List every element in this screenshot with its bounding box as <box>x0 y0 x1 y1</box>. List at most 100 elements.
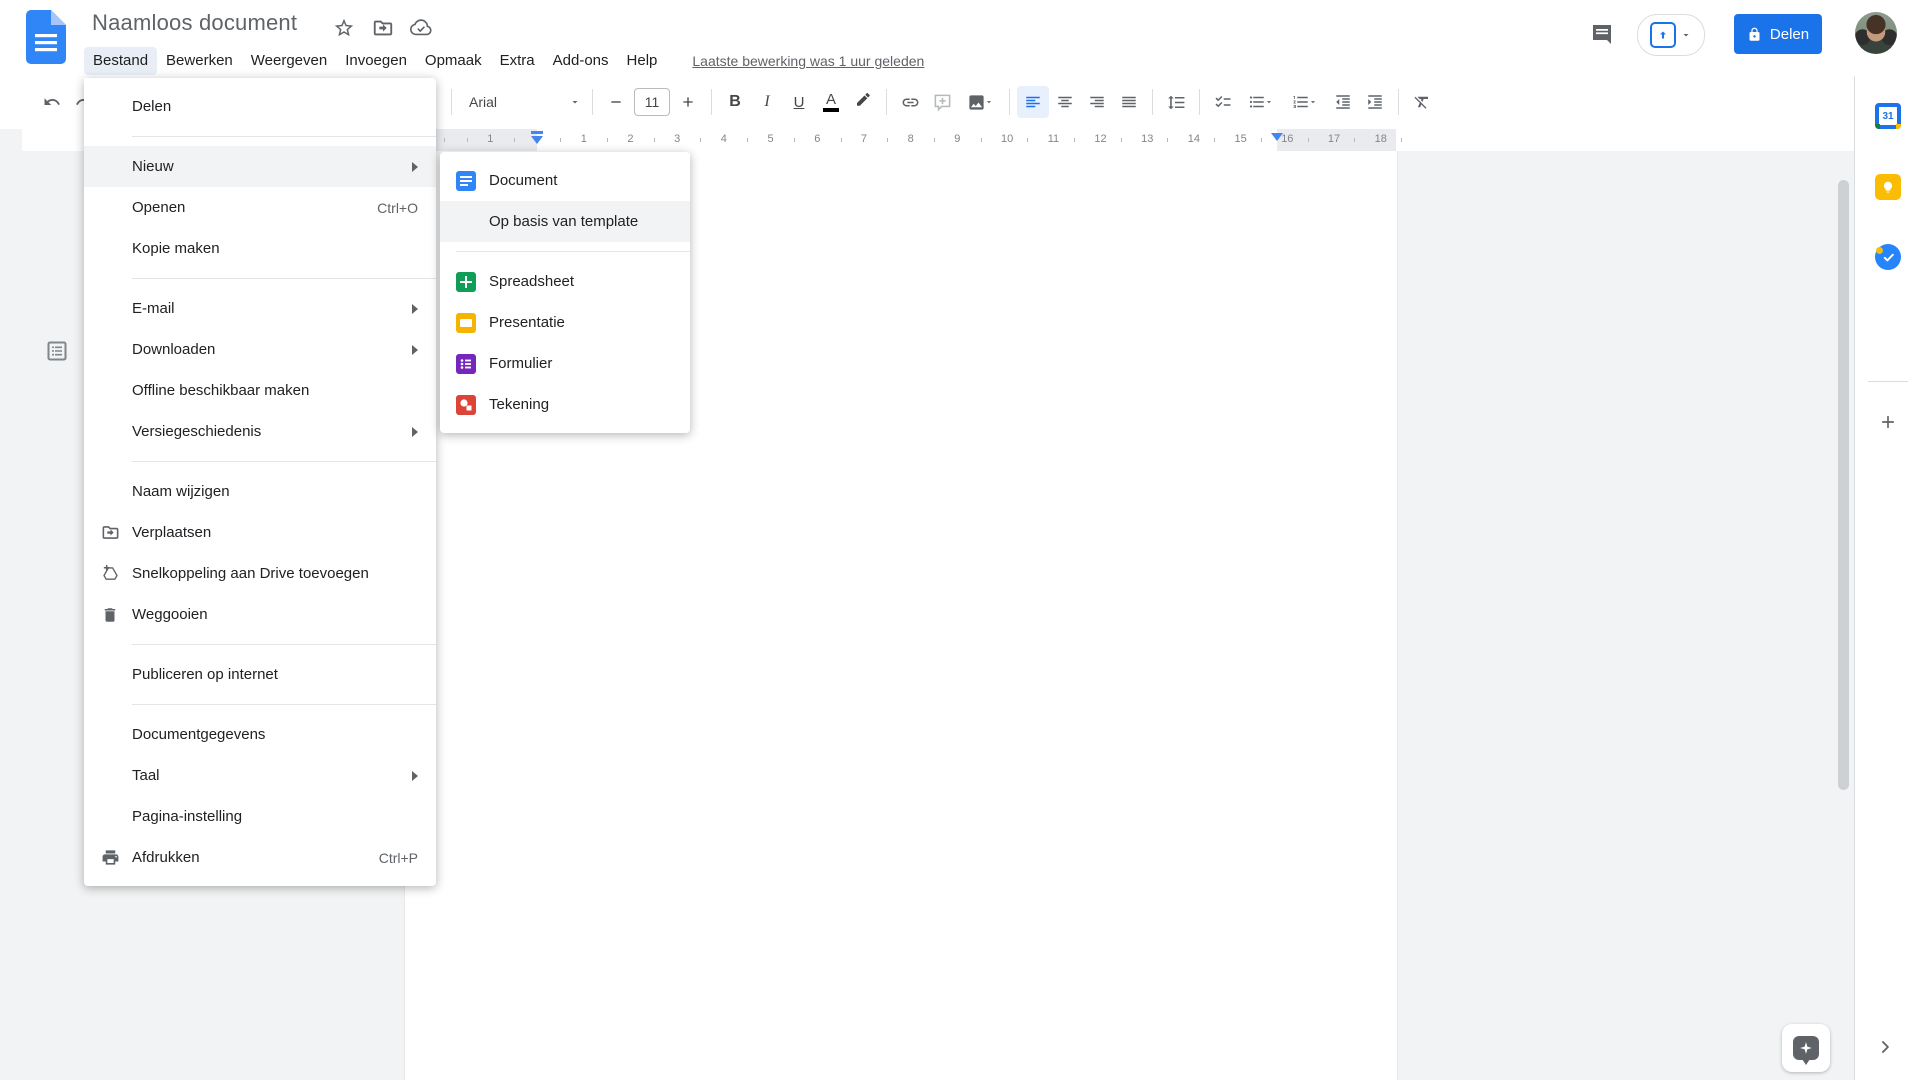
submenu-item-template[interactable]: Op basis van template <box>440 201 690 242</box>
docs-icon <box>456 170 476 191</box>
get-addons-button[interactable] <box>1872 406 1904 438</box>
submenu-item-tekening[interactable]: Tekening <box>440 384 690 425</box>
file-menu-item-email[interactable]: E-mail <box>84 288 436 329</box>
file-menu-item-verplaatsen[interactable]: Verplaatsen <box>84 512 436 553</box>
explore-button[interactable] <box>1782 1024 1830 1072</box>
share-button-label: Delen <box>1769 25 1810 43</box>
align-justify-button[interactable] <box>1113 86 1145 118</box>
document-outline-button[interactable] <box>38 332 76 370</box>
align-center-button[interactable] <box>1049 86 1081 118</box>
file-menu-item-documentgegevens[interactable]: Documentgegevens <box>84 714 436 755</box>
file-menu-item-offline[interactable]: Offline beschikbaar maken <box>84 370 436 411</box>
align-left-button[interactable] <box>1017 86 1049 118</box>
menu-addons[interactable]: Add-ons <box>544 47 618 75</box>
file-menu-item-delen[interactable]: Delen <box>84 86 436 127</box>
chevron-down-icon <box>1310 101 1316 104</box>
show-comments-button[interactable] <box>1582 14 1622 54</box>
decrease-font-size-button[interactable] <box>600 86 632 118</box>
file-menu-item-naam-wijzigen[interactable]: Naam wijzigen <box>84 471 436 512</box>
bold-button[interactable]: B <box>719 86 751 118</box>
hide-sidepanel-button[interactable] <box>1869 1031 1901 1063</box>
menu-extra[interactable]: Extra <box>491 47 544 75</box>
undo-button[interactable] <box>36 86 68 118</box>
menu-bestand[interactable]: Bestand <box>84 47 158 75</box>
vertical-scrollbar[interactable] <box>1838 180 1849 790</box>
chevron-down-icon <box>572 101 578 104</box>
avatar[interactable] <box>1855 12 1897 54</box>
file-menu: Delen Nieuw Openen Ctrl+O Kopie maken E-… <box>84 78 436 886</box>
document-outline-icon <box>47 341 67 361</box>
font-family-selector[interactable]: Arial <box>459 86 585 118</box>
docs-logo-icon[interactable] <box>26 10 66 64</box>
toolbar-separator <box>1199 89 1200 115</box>
file-menu-item-nieuw[interactable]: Nieuw <box>84 146 436 187</box>
forms-icon <box>456 353 476 374</box>
google-calendar-button[interactable]: 31 <box>1872 100 1904 132</box>
add-comment-button[interactable] <box>926 86 958 118</box>
first-line-indent-marker[interactable] <box>531 131 543 134</box>
italic-button[interactable]: I <box>751 86 783 118</box>
increase-font-size-button[interactable] <box>672 86 704 118</box>
folder-move-icon <box>98 521 122 545</box>
chevron-down-icon <box>986 101 991 104</box>
numbered-list-button[interactable] <box>1283 86 1327 118</box>
insert-image-button[interactable] <box>958 86 1002 118</box>
menu-separator <box>132 278 436 279</box>
align-justify-icon <box>1122 96 1136 108</box>
text-color-button[interactable]: A <box>815 86 847 118</box>
star-icon[interactable] <box>332 16 356 40</box>
align-right-icon <box>1090 96 1104 108</box>
google-keep-button[interactable] <box>1872 171 1904 203</box>
line-spacing-button[interactable] <box>1160 86 1192 118</box>
highlight-color-button[interactable] <box>847 86 879 118</box>
move-folder-icon[interactable] <box>371 16 395 40</box>
clear-formatting-button[interactable] <box>1406 86 1438 118</box>
submenu-item-presentatie[interactable]: Presentatie <box>440 302 690 343</box>
google-tasks-button[interactable] <box>1872 241 1904 273</box>
file-menu-item-versiegeschiedenis[interactable]: Versiegeschiedenis <box>84 411 436 452</box>
slides-icon <box>456 312 476 333</box>
google-calendar-icon: 31 <box>1875 103 1901 129</box>
chevron-right-icon <box>1882 1041 1889 1053</box>
left-indent-marker[interactable] <box>531 136 543 144</box>
submenu-item-document[interactable]: Document <box>440 160 690 201</box>
file-menu-item-kopie-maken[interactable]: Kopie maken <box>84 228 436 269</box>
file-menu-item-snelkoppeling[interactable]: Snelkoppeling aan Drive toevoegen <box>84 553 436 594</box>
submenu-item-spreadsheet[interactable]: Spreadsheet <box>440 261 690 302</box>
file-menu-item-afdrukken[interactable]: Afdrukken Ctrl+P <box>84 837 436 878</box>
present-button[interactable] <box>1637 14 1705 56</box>
menu-weergeven[interactable]: Weergeven <box>242 47 336 75</box>
increase-indent-button[interactable] <box>1359 86 1391 118</box>
menu-bewerken[interactable]: Bewerken <box>157 47 242 75</box>
submenu-arrow-icon <box>412 770 418 781</box>
file-menu-item-publiceren[interactable]: Publiceren op internet <box>84 654 436 695</box>
share-button[interactable]: Delen <box>1734 14 1822 54</box>
menu-help[interactable]: Help <box>618 47 667 75</box>
align-right-button[interactable] <box>1081 86 1113 118</box>
add-comment-icon <box>934 94 950 112</box>
decrease-indent-button[interactable] <box>1327 86 1359 118</box>
menu-opmaak[interactable]: Opmaak <box>416 47 491 75</box>
insert-link-button[interactable] <box>894 86 926 118</box>
submenu-arrow-icon <box>412 426 418 437</box>
explore-icon <box>1793 1036 1819 1065</box>
last-edit-link[interactable]: Laatste bewerking was 1 uur geleden <box>692 53 924 69</box>
underline-button[interactable]: U <box>783 86 815 118</box>
file-menu-item-downloaden[interactable]: Downloaden <box>84 329 436 370</box>
menu-separator <box>132 461 436 462</box>
cloud-saved-icon[interactable] <box>409 16 433 40</box>
file-menu-item-pagina-instelling[interactable]: Pagina-instelling <box>84 796 436 837</box>
font-size-value[interactable]: 11 <box>634 88 670 116</box>
right-indent-marker[interactable] <box>1271 133 1283 141</box>
checklist-button[interactable] <box>1207 86 1239 118</box>
plus-icon <box>683 97 693 107</box>
file-menu-item-taal[interactable]: Taal <box>84 755 436 796</box>
bulleted-list-button[interactable] <box>1239 86 1283 118</box>
font-family-value: Arial <box>469 94 498 110</box>
menu-invoegen[interactable]: Invoegen <box>336 47 416 75</box>
document-title[interactable]: Naamloos document <box>92 10 297 36</box>
file-menu-item-weggooien[interactable]: Weggooien <box>84 594 436 635</box>
submenu-item-formulier[interactable]: Formulier <box>440 343 690 384</box>
align-left-icon <box>1026 96 1040 108</box>
file-menu-item-openen[interactable]: Openen Ctrl+O <box>84 187 436 228</box>
